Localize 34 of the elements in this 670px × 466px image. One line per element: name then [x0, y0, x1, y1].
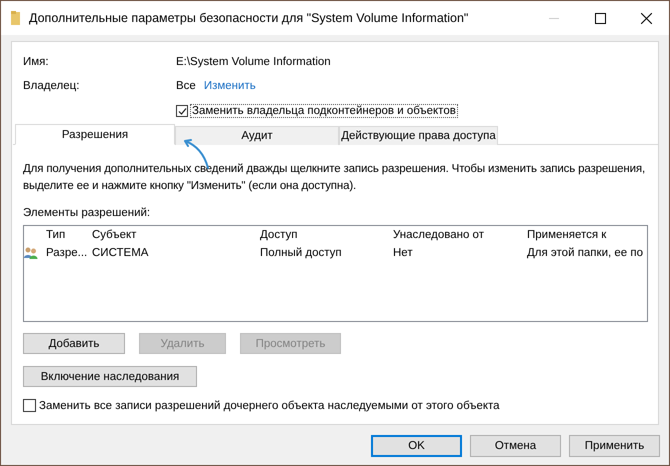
replace-child-label: Заменить все записи разрешений дочернего объекта наследуемыми от этого объекта: [39, 400, 500, 412]
name-value: E:\System Volume Information: [176, 56, 332, 68]
name-label: Имя:: [23, 56, 50, 68]
change-owner-link[interactable]: Изменить: [204, 80, 256, 92]
replace-owner-checkbox[interactable]: [176, 105, 188, 117]
cancel-button[interactable]: Отмена: [470, 435, 561, 457]
tab[interactable]: Разрешения: [15, 124, 175, 145]
column-header[interactable]: Унаследовано от: [393, 229, 527, 241]
users-icon: [24, 247, 38, 259]
column-header[interactable]: Тип: [46, 229, 92, 241]
column-header[interactable]: Применяется к: [527, 229, 647, 241]
owner-value: Все: [176, 80, 196, 92]
table-cell-text: Разре...: [46, 247, 88, 259]
replace-owner-label: Заменить владельца подконтейнеров и объектов: [190, 104, 458, 118]
window-title: Дополнительные параметры безопасности для "System Volume Information": [29, 11, 470, 25]
entries-label: Элементы разрешений:: [23, 207, 152, 219]
table-cell-text: Нет: [393, 247, 414, 259]
description-text: Для получения дополнительных сведений дважды щелкните запись разрешения. Чтобы изменить запись разрешения, выделите ее и нажмите кнопку "Изменить" (если она доступна).: [23, 162, 646, 194]
apply-button[interactable]: Применить: [569, 435, 660, 457]
maximize-icon[interactable]: [594, 12, 606, 24]
add-button[interactable]: Добавить: [23, 333, 125, 354]
enable-inheritance-button[interactable]: Включение наследования: [23, 366, 197, 387]
owner-label: Владелец:: [23, 80, 80, 92]
close-icon[interactable]: [640, 12, 652, 24]
tab[interactable]: Аудит: [175, 126, 339, 145]
replace-child-checkbox[interactable]: [23, 399, 36, 412]
column-header[interactable]: Доступ: [260, 229, 393, 241]
tab[interactable]: Действующие права доступа: [339, 126, 498, 145]
table-cell-text: СИСТЕМА: [92, 247, 150, 259]
folder-icon: [11, 11, 21, 25]
table-cell-text: Для этой папки, ее по: [527, 247, 644, 259]
column-header[interactable]: Субъект: [92, 229, 260, 241]
ok-button[interactable]: OK: [371, 435, 462, 457]
table-cell-text: Полный доступ: [260, 247, 343, 259]
